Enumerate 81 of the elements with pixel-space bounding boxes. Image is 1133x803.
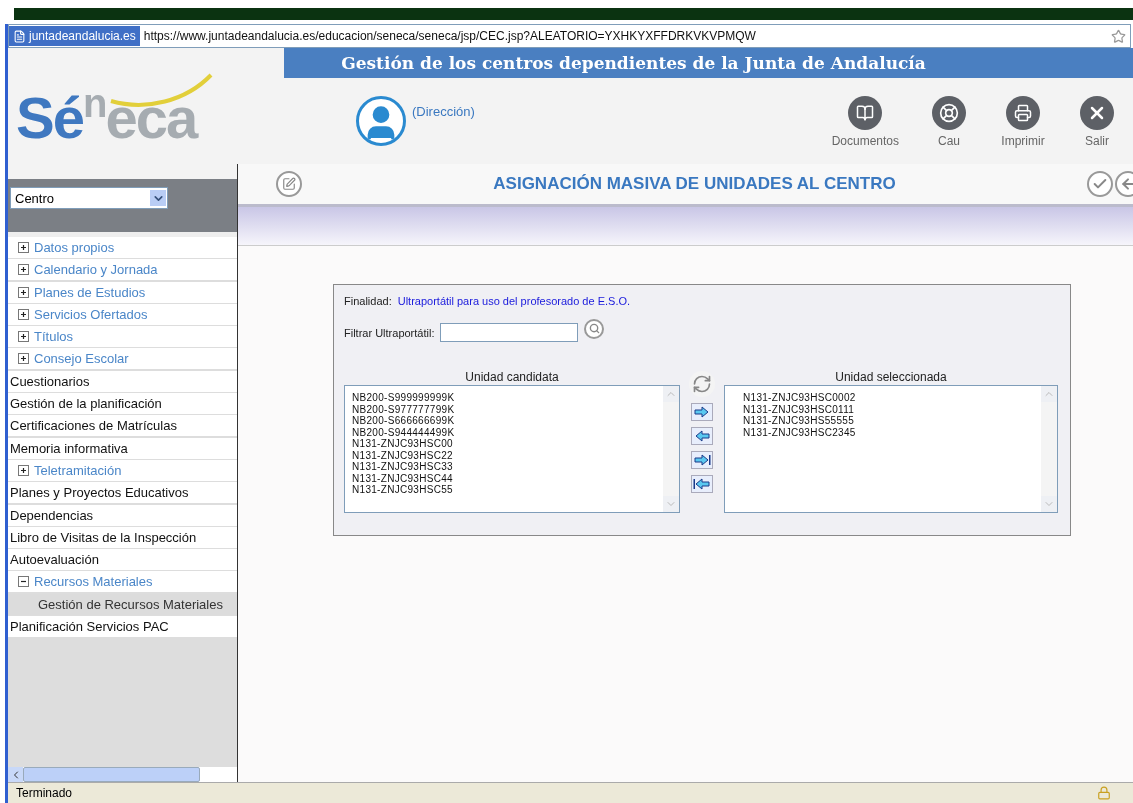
printer-icon (1006, 96, 1040, 130)
list-option[interactable]: N131-ZNJC93HS55555 (743, 415, 1041, 427)
menu-item[interactable]: Planes y Proyectos Educativos (8, 482, 237, 504)
expand-icon[interactable] (18, 308, 29, 320)
menu-item[interactable]: Datos propios (8, 237, 237, 258)
arrow-icon (693, 430, 711, 442)
menu-item[interactable]: Títulos (8, 326, 237, 348)
banner-title: Gestión de los centros dependientes de la Junta de Andalucía (284, 48, 1133, 78)
menu-item[interactable]: Planificación Servicios PAC (8, 616, 237, 638)
toolbar-button[interactable]: Cau (925, 96, 973, 148)
menu-item[interactable]: Calendario y Jornada (8, 259, 237, 281)
menu-item[interactable]: Memoria informativa (8, 437, 237, 459)
toolbar-button[interactable]: Documentos (831, 96, 899, 148)
list-option[interactable]: N131-ZNJC93HSC2345 (743, 426, 1041, 438)
move-all-right-button[interactable] (691, 451, 713, 469)
expand-icon[interactable] (18, 331, 29, 343)
menu-item[interactable]: Libro de Visitas de la Inspección (8, 526, 237, 548)
move-right-button[interactable] (691, 403, 713, 421)
expand-icon[interactable] (18, 242, 29, 253)
search-icon[interactable] (584, 318, 605, 339)
edit-icon[interactable] (276, 171, 302, 197)
filter-label: Filtrar Ultraportátil: (344, 326, 435, 339)
collapse-icon[interactable] (18, 576, 29, 588)
selected-list[interactable]: N131-ZNJC93HSC0002 N131-ZNJC93HSC0111 N131-ZNJC93HS55555 N131-ZNJC93HSC2345 (724, 385, 1058, 513)
menu-item[interactable]: Cuestionarios (8, 370, 237, 392)
toolbar-button[interactable]: Salir (1073, 96, 1121, 148)
menu-item[interactable]: Planes de Estudios (8, 281, 237, 303)
list-option[interactable]: NB200-S944444499K (352, 426, 663, 438)
menu-item[interactable]: Recursos Materiales (8, 571, 237, 593)
list-option[interactable]: NB200-S977777799K (352, 403, 663, 415)
arrow-icon (693, 406, 711, 418)
list-option[interactable]: N131-ZNJC93HSC22 (352, 449, 663, 461)
menu-item[interactable]: Autoevaluación (8, 549, 237, 571)
list-option[interactable]: N131-ZNJC93HSC0111 (743, 403, 1041, 415)
list-title: Unidad candidata (465, 370, 559, 384)
menu-item[interactable]: Servicios Ofertados (8, 303, 237, 325)
book-icon (848, 96, 883, 130)
expand-icon[interactable] (18, 353, 29, 365)
close-icon (1080, 96, 1114, 130)
dropdown-icon[interactable] (150, 190, 166, 206)
section-select[interactable]: Centro (10, 187, 168, 209)
menu-item[interactable]: Teletramitación (8, 459, 237, 481)
list-option[interactable]: NB200-S666666699K (352, 415, 663, 427)
status-text: Terminado (16, 786, 73, 800)
refresh-icon[interactable] (689, 371, 715, 397)
expand-icon[interactable] (18, 464, 29, 476)
list-option[interactable]: N131-ZNJC93HSC55 (352, 484, 663, 496)
site-badge: juntadeandalucia.es (9, 26, 140, 46)
url-text: https://www.juntadeandalucia.es/educacion/seneca/seneca/jsp/CEC.jsp?ALEATORIO=YXHKYXFFDRKVKVPMQW (142, 29, 757, 43)
list-option[interactable]: N131-ZNJC93HSC44 (352, 472, 663, 484)
toolbar-button[interactable]: Imprimir (999, 96, 1047, 148)
user-role[interactable]: (Dirección) (412, 104, 475, 119)
candidate-list[interactable]: NB200-S999999999K NB200-S977777799K NB200-S666666699K NB200-S944444499K N131-ZNJC93HSC00 N131-ZNJC93HSC22 N131-ZNJC93HSC33 N131-ZNJC93HSC44 N131-ZNJC93HSC55 (344, 385, 680, 513)
arrow-icon (693, 478, 711, 490)
address-bar[interactable]: juntadeandalucia.es https://www.juntadeandalucia.es/educacion/seneca/seneca/jsp/CEC.jsp?ALEATORIO=YXHKYXFFDRKVKVPMQW (8, 24, 1131, 48)
check-icon[interactable] (1087, 171, 1113, 197)
expand-icon[interactable] (18, 286, 29, 298)
star-icon[interactable] (1111, 28, 1126, 44)
list-option[interactable]: NB200-S999999999K (352, 392, 663, 404)
purpose-text: Ultraportátil para uso del profesorado de E.S.O. (397, 295, 631, 307)
page-title: ASIGNACIÓN MASIVA DE UNIDADES AL CENTRO (492, 174, 897, 194)
page-icon (13, 29, 26, 43)
filter-field[interactable] (440, 323, 579, 342)
menu-item[interactable]: Dependencias (8, 504, 237, 526)
list-option[interactable]: N131-ZNJC93HSC0002 (743, 392, 1041, 404)
menu-item[interactable]: Certificaciones de Matrículas (8, 415, 237, 437)
move-all-left-button[interactable] (691, 475, 713, 493)
expand-icon[interactable] (18, 264, 29, 276)
avatar-icon (356, 96, 406, 146)
menu-item[interactable]: Gestión de la planificación (8, 393, 237, 415)
list-option[interactable]: N131-ZNJC93HSC33 (352, 461, 663, 473)
purpose-label: Finalidad: (344, 295, 392, 307)
move-left-button[interactable] (691, 427, 713, 445)
arrow-icon (693, 454, 711, 466)
list-title: Unidad seleccionada (835, 370, 947, 384)
lifebuoy-icon (932, 96, 966, 130)
horizontal-scrollbar[interactable] (8, 767, 237, 782)
scroll-left-icon[interactable] (8, 767, 23, 782)
lock-icon (1097, 786, 1111, 800)
menu-item[interactable]: Consejo Escolar (8, 348, 237, 370)
list-option[interactable]: N131-ZNJC93HSC00 (352, 438, 663, 450)
